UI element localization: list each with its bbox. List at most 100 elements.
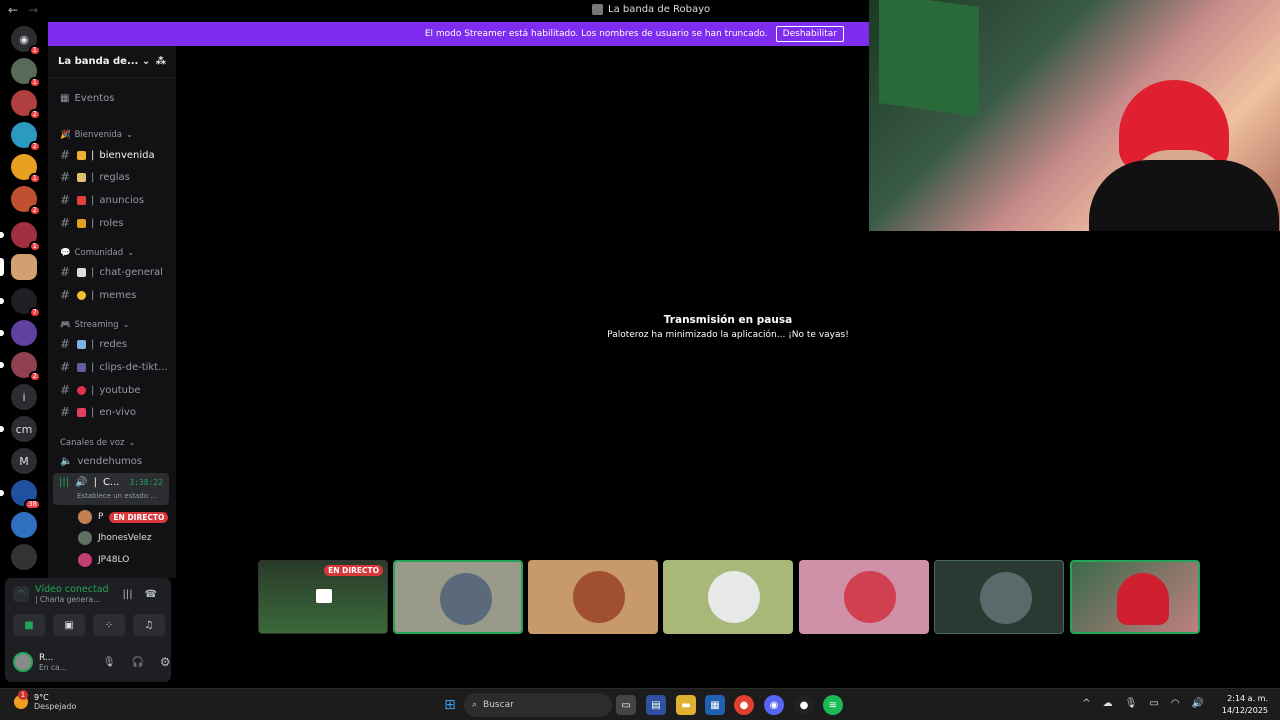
gamepad-icon: 🎮 (60, 320, 71, 330)
guild-badge: 1 (28, 77, 41, 88)
camera-button[interactable]: ■ (13, 614, 45, 636)
noise-suppression-icon[interactable]: ||| (123, 589, 133, 600)
soundboard-button[interactable]: ♫ (133, 614, 165, 636)
server-icon-6[interactable]: 2 (11, 186, 41, 216)
battery-icon[interactable]: ▭ (1149, 698, 1158, 709)
events-item[interactable]: ▦ Eventos (54, 88, 170, 108)
channel-youtube[interactable]: # | youtube (54, 380, 170, 400)
activity-bars-icon: ||| (59, 477, 70, 488)
server-icon (592, 4, 603, 15)
microphone-icon[interactable]: 🎙 (103, 657, 116, 668)
chevron-up-icon[interactable]: ^ (1082, 698, 1090, 709)
server-icon-17[interactable] (11, 544, 37, 570)
task-view-icon[interactable]: ▭ (616, 695, 636, 715)
forward-arrow-icon[interactable]: → (28, 3, 38, 17)
activities-button[interactable]: ⁘ (93, 614, 125, 636)
category-comunidad[interactable]: 💬 Comunidad ⌄ (54, 248, 170, 258)
voice-user[interactable]: JP48LO (78, 551, 129, 569)
voice-user[interactable]: JhonesVelez (78, 529, 152, 547)
server-icon-11[interactable]: 2 (0, 352, 41, 382)
category-label: Bienvenida (74, 130, 123, 140)
voice-channel-active[interactable]: ||| 🔊 | C... 3:38:22 Establece un estado ..… (53, 473, 169, 505)
participant-tile[interactable] (663, 560, 793, 634)
chevron-down-icon: ⌄ (128, 438, 136, 448)
direct-messages-button[interactable]: ◉ 1 (11, 26, 41, 56)
wifi-icon[interactable]: ◠ (1171, 698, 1180, 709)
channel-roles[interactable]: # | roles (54, 213, 170, 233)
channel-bienvenida[interactable]: # | bienvenida (54, 145, 170, 165)
channel-anuncios[interactable]: # | anuncios (54, 190, 170, 210)
server-icon-16[interactable] (11, 512, 37, 538)
avatar (13, 652, 33, 672)
server-icon-m[interactable]: M (11, 448, 37, 474)
server-icon-i[interactable]: i (11, 384, 37, 410)
participant-tile[interactable] (528, 560, 658, 634)
time: 2:14 a. m. (1227, 694, 1268, 703)
hash-icon: # (60, 405, 71, 419)
gear-icon[interactable]: ⚙ (160, 655, 171, 669)
network-icon[interactable]: ☁ (1103, 698, 1113, 709)
server-icon-15[interactable]: 38 (0, 480, 41, 510)
participant-tile[interactable] (393, 560, 523, 634)
avatar (708, 571, 760, 623)
participant-tile[interactable] (934, 560, 1064, 634)
discord-icon[interactable]: ◉ (764, 695, 784, 715)
volume-icon[interactable]: 🔊 (1192, 698, 1204, 709)
file-explorer-icon[interactable]: ▬ (676, 695, 696, 715)
server-icon-10[interactable] (0, 320, 37, 346)
user-info[interactable]: R... En ca... 🎙 🎧 ⚙ (13, 652, 171, 672)
weather-widget[interactable]: 1 9°C Despejado (14, 690, 76, 711)
channel-label: memes (99, 289, 137, 301)
category-streaming[interactable]: 🎮 Streaming ⌄ (54, 320, 170, 330)
banner-text: El modo Streamer está habilitado. Los no… (424, 29, 768, 39)
disable-streamer-button[interactable]: Deshabilitar (775, 26, 844, 42)
headphones-icon[interactable]: 🎧 (131, 657, 143, 668)
avatar (573, 571, 625, 623)
monitor-shape (879, 0, 979, 118)
category-voz[interactable]: Canales de voz ⌄ (54, 438, 170, 448)
store-icon[interactable]: ▦ (705, 695, 725, 715)
server-icon-9[interactable]: 7 (0, 288, 41, 318)
guild-badge: 1 (28, 173, 41, 184)
server-icon-3[interactable]: 2 (11, 90, 41, 120)
channel-en-vivo[interactable]: # | en-vivo (54, 402, 170, 422)
microphone-icon[interactable]: 🎙 (1125, 698, 1138, 709)
clock[interactable]: 2:14 a. m. 14/12/2025 (1222, 693, 1268, 717)
category-bienvenida[interactable]: 🎉 Bienvenida ⌄ (54, 130, 170, 140)
channel-redes[interactable]: # | redes (54, 334, 170, 354)
chrome-icon[interactable]: ● (734, 695, 754, 715)
stream-tile[interactable]: EN DIRECTO (258, 560, 388, 634)
voice-channel-name[interactable]: | Charla genera... (35, 595, 109, 604)
server-icon-2[interactable]: 1 (11, 58, 41, 88)
server-icon-la-banda[interactable] (0, 254, 37, 280)
news-app-icon[interactable]: ▤ (646, 695, 666, 715)
screen-share-button[interactable]: ▣ (53, 614, 85, 636)
channel-reglas[interactable]: # | reglas (54, 167, 170, 187)
start-button[interactable]: ⊞ (440, 695, 460, 715)
app-icon[interactable]: ● (794, 695, 814, 715)
server-header[interactable]: La banda de... ⌄ ⁂ (48, 46, 176, 78)
unread-pip (0, 232, 4, 238)
voice-channel-vendehumos[interactable]: 🔈 vendehumos (54, 451, 170, 471)
server-icon-4[interactable]: 2 (11, 122, 41, 152)
participant-tile[interactable] (1070, 560, 1200, 634)
search-label: Buscar (483, 700, 514, 710)
server-icon-7[interactable]: 1 (0, 222, 41, 252)
server-icon-5[interactable]: 1 (11, 154, 41, 184)
channel-clips[interactable]: # | clips-de-tikt... (54, 357, 170, 377)
channel-chat-general[interactable]: # | chat-general (54, 262, 170, 282)
disconnect-icon[interactable]: ☎ (145, 589, 157, 600)
voice-user[interactable]: P EN DIRECTO (78, 508, 169, 526)
server-icon-cm[interactable]: cm (0, 416, 37, 442)
spotify-icon[interactable]: ≋ (823, 695, 843, 715)
voice-status-text[interactable]: Establece un estado ... (77, 492, 157, 500)
signal-icon[interactable]: ◠ (13, 586, 29, 602)
participant-tile[interactable] (799, 560, 929, 634)
pause-title: Transmisión en pausa (663, 314, 793, 326)
system-tray: ^ ☁ 🎙 ▭ ◠ 🔊 (1082, 698, 1204, 709)
search-box[interactable]: ⌕ Buscar (464, 693, 612, 717)
avatar (980, 572, 1032, 624)
channel-memes[interactable]: # | memes (54, 285, 170, 305)
back-arrow-icon[interactable]: ← (8, 3, 18, 17)
invite-icon[interactable]: ⁂ (156, 56, 166, 67)
